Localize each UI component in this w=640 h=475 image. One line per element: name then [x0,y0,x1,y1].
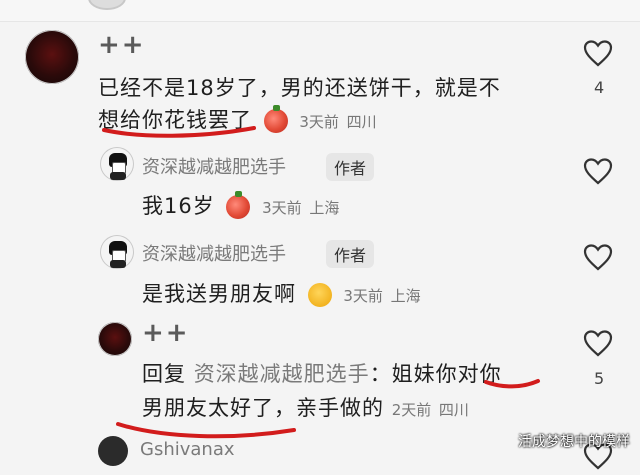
reply-author[interactable]: ++ [142,318,190,348]
reply-location: 上海 [390,287,421,305]
comment-text-line1: 已经不是18岁了，男的还送饼干，就是不 [98,76,501,100]
reply-to-user[interactable]: 资深越减越肥选手 [194,362,370,386]
reply-location: 上海 [309,199,340,217]
heart-icon[interactable] [582,38,614,68]
avatar[interactable] [25,30,79,84]
comment-text: 已经不是18岁了，男的还送饼干，就是不 [98,72,501,102]
reply-author[interactable]: 资深越减越肥选手 [142,240,286,266]
comment-time: 3天前 [299,113,339,131]
author-badge: 作者 [326,240,375,268]
reply-time: 3天前 [262,199,302,217]
reply-text: 是我送男朋友啊 3天前 上海 [142,278,421,308]
heart-icon[interactable] [582,242,614,272]
heart-icon[interactable] [582,156,614,186]
avatar[interactable] [98,322,132,356]
watermark: 活成梦想中的模样 [518,434,630,450]
avatar[interactable] [100,147,134,181]
reply-prefix: 回复 [142,362,186,386]
pomegranate-emoji-icon [226,191,251,219]
thinking-emoji-icon [307,283,332,307]
highlight-underline [484,379,540,389]
previous-comment-edge [0,0,640,22]
reply-location: 四川 [438,401,469,419]
reply-time: 2天前 [391,401,432,419]
reply-author[interactable]: Gshivanax [140,439,235,460]
avatar[interactable] [88,0,126,10]
comment-location: 四川 [346,113,377,131]
reply-text-content: 是我送男朋友啊 [142,282,296,306]
pomegranate-emoji-icon [263,105,288,133]
heart-icon[interactable] [582,328,614,358]
divider [0,21,640,22]
reply-text-content: 我16岁 [142,194,215,218]
highlight-underline [102,126,256,138]
avatar[interactable] [100,235,134,269]
author-badge: 作者 [326,153,375,181]
like-count: 4 [594,78,605,97]
reply-time: 3天前 [343,287,383,305]
avatar[interactable] [98,436,128,466]
comment-author[interactable]: ++ [98,30,146,60]
reply-author[interactable]: 资深越减越肥选手 [142,153,286,179]
reply-text: 回复 资深越减越肥选手：姐妹你对你 [142,358,502,388]
reply-text: 我16岁 3天前 上海 [142,190,339,220]
like-count: 5 [594,369,605,388]
